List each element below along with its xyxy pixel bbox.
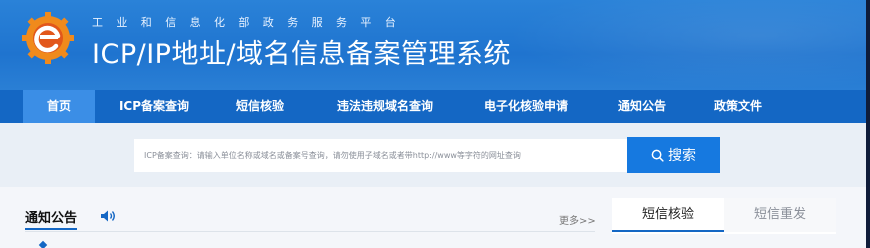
site-subtitle: 工业和信息化部政务服务平台 [92, 16, 410, 29]
sms-tabs: 短信核验 短信重发 [612, 198, 836, 234]
speaker-icon [101, 210, 115, 222]
search-button[interactable]: 搜索 [627, 137, 720, 173]
site-header: 工业和信息化部政务服务平台 ICP/IP地址/域名信息备案管理系统 [0, 0, 866, 90]
search-input[interactable] [134, 139, 627, 172]
main-nav: 首页 ICP备案查询 短信核验 违法违规域名查询 电子化核验申请 通知公告 政策… [0, 90, 866, 123]
notices-divider [25, 231, 595, 232]
notices-more-link[interactable]: 更多>> [559, 212, 596, 227]
nav-item-illegal-domain-query[interactable]: 违法违规域名查询 [318, 90, 452, 123]
notice-row-partial[interactable] [38, 240, 600, 248]
nav-item-home[interactable]: 首页 [23, 90, 95, 123]
search-button-label: 搜索 [668, 148, 696, 164]
nav-item-notices[interactable]: 通知公告 [604, 90, 680, 123]
tab-sms-verify[interactable]: 短信核验 [612, 198, 724, 232]
nav-item-policy-docs[interactable]: 政策文件 [700, 90, 776, 123]
list-bullet-icon [38, 240, 48, 248]
nav-item-icp-query[interactable]: ICP备案查询 [100, 90, 208, 123]
site-title: ICP/IP地址/域名信息备案管理系统 [92, 39, 512, 70]
page: 工业和信息化部政务服务平台 ICP/IP地址/域名信息备案管理系统 首页 ICP… [0, 0, 866, 248]
search-icon [651, 149, 664, 162]
nav-item-sms-verify[interactable]: 短信核验 [222, 90, 298, 123]
gear-e-logo[interactable] [20, 10, 76, 66]
nav-item-e-verify-apply[interactable]: 电子化核验申请 [470, 90, 582, 123]
tab-sms-resend[interactable]: 短信重发 [724, 198, 836, 232]
notices-heading: 通知公告 [25, 211, 78, 226]
notices-heading-underline [25, 228, 77, 230]
